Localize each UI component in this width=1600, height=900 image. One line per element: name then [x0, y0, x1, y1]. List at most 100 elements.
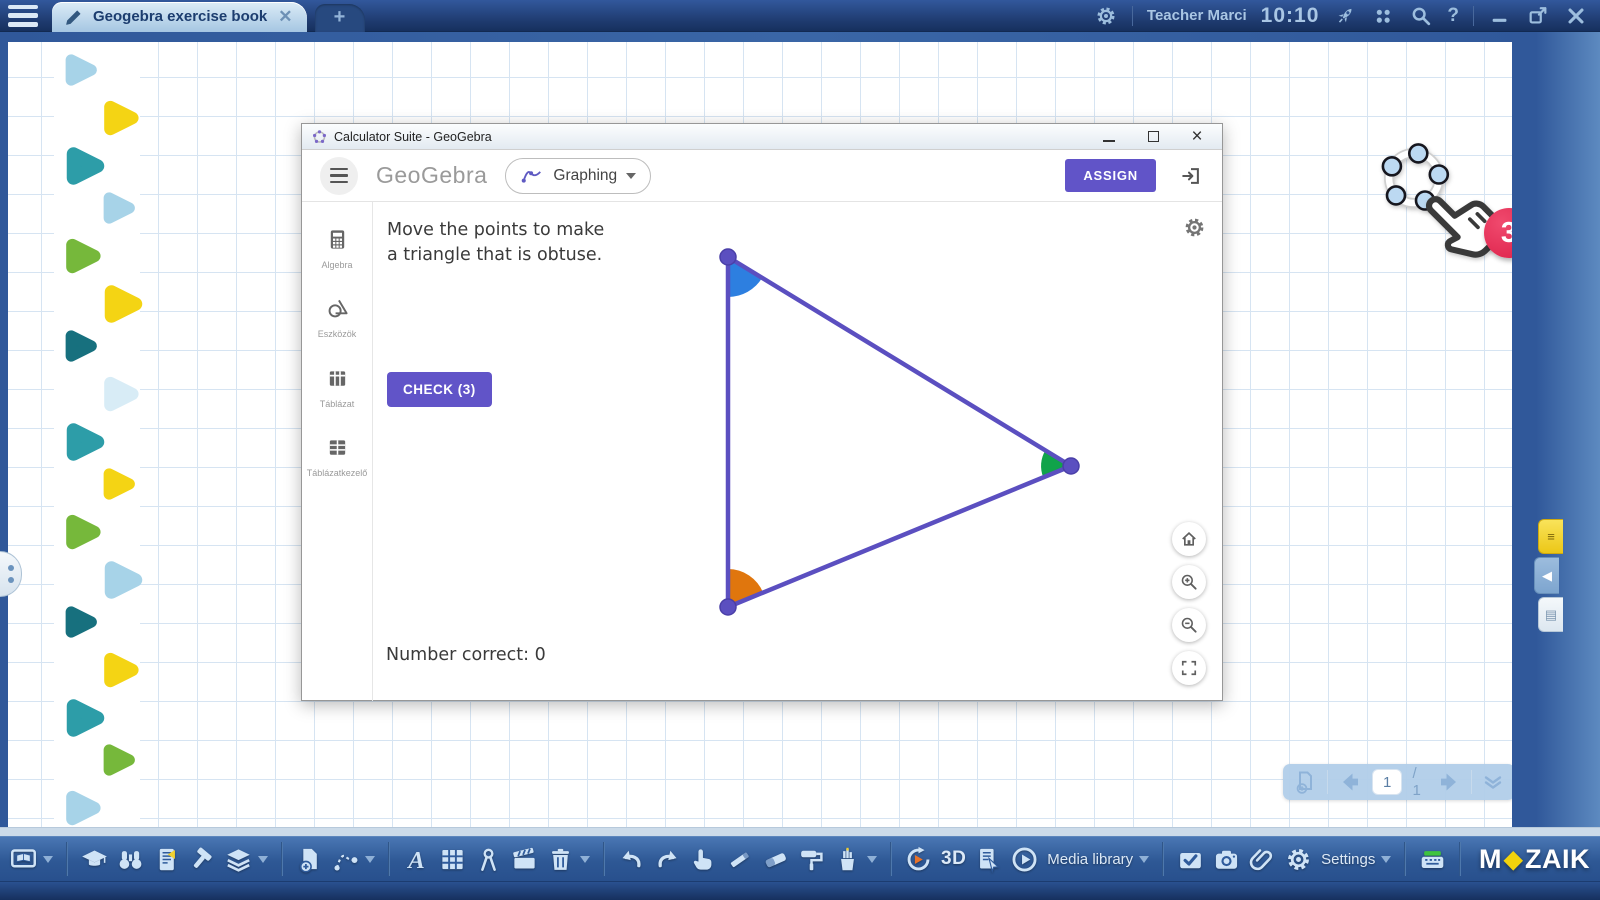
tools-button[interactable]	[189, 846, 216, 873]
gg-sidebar-item-t-bl-zatkezel-[interactable]: Táblázatkezelő	[305, 436, 369, 479]
minimize-button[interactable]	[1488, 4, 1512, 28]
gg-sidebar-item-t-bl-zat[interactable]: Táblázat	[305, 367, 369, 410]
zoom-out-button[interactable]	[1172, 608, 1206, 642]
geogebra-sidebar: Algebra Eszközök Táblázat Táblázatkezelő	[302, 202, 373, 701]
triangle-vertex-point[interactable]	[720, 249, 736, 265]
book-mode-button[interactable]	[10, 846, 53, 873]
window-close-button[interactable]: ×	[1190, 130, 1204, 144]
layers-button[interactable]	[225, 846, 268, 873]
pencil-icon	[62, 5, 86, 29]
keyboard-status[interactable]	[1419, 846, 1446, 873]
window-title: Calculator Suite - GeoGebra	[334, 130, 492, 144]
assign-button[interactable]: ASSIGN	[1065, 159, 1156, 192]
attachment-button[interactable]	[1249, 846, 1276, 873]
jump-end-button[interactable]	[1481, 770, 1505, 794]
tab-close-icon[interactable]: ✕	[278, 8, 292, 25]
add-page-icon[interactable]	[1293, 770, 1317, 794]
notes-doc-icon	[153, 846, 180, 873]
page-total: / 1	[1412, 765, 1426, 799]
binoculars-icon	[117, 846, 144, 873]
table-tool-button[interactable]	[439, 846, 466, 873]
window-maximize-button[interactable]	[1148, 131, 1159, 142]
mode-label: Graphing	[553, 167, 617, 185]
help-button[interactable]: ?	[1447, 5, 1459, 27]
geometry-tool-button[interactable]	[475, 846, 502, 873]
gg-sidebar-item-algebra[interactable]: Algebra	[305, 228, 369, 271]
settings-button[interactable]: Settings	[1321, 851, 1391, 868]
geogebra-window: Calculator Suite - GeoGebra × GeoGebra G…	[301, 123, 1223, 701]
3d-button[interactable]: 3D	[941, 848, 966, 870]
eraser-button[interactable]	[762, 846, 789, 873]
search-icon[interactable]	[1409, 4, 1433, 28]
redo-button[interactable]	[654, 846, 681, 873]
zoom-in-button[interactable]	[1172, 565, 1206, 599]
sync-settings-icon[interactable]	[1094, 4, 1118, 28]
paperclip-icon	[1249, 846, 1276, 873]
pen-set-button[interactable]	[834, 846, 877, 873]
camera-button[interactable]	[1213, 846, 1240, 873]
homework-button[interactable]	[1177, 846, 1204, 873]
book-tab[interactable]: Geogebra exercise book ✕	[52, 2, 307, 32]
apps-grid-icon[interactable]	[1371, 4, 1395, 28]
geogebra-menu-button[interactable]	[320, 157, 358, 195]
right-tab-expand[interactable]: ◀	[1534, 557, 1559, 594]
window-minimize-button[interactable]	[1103, 140, 1115, 142]
triangle-edges	[728, 257, 1071, 607]
redo-icon	[654, 846, 681, 873]
school-button[interactable]	[81, 846, 108, 873]
text-tool-button[interactable]: A	[403, 846, 430, 873]
chevron-down-icon	[1381, 856, 1391, 863]
fullscreen-button[interactable]	[1172, 651, 1206, 685]
sign-in-icon[interactable]	[1178, 163, 1204, 189]
main-menu-button[interactable]	[8, 5, 38, 27]
draw-tool-button[interactable]	[332, 846, 375, 873]
player-button[interactable]	[1011, 846, 1038, 873]
close-button[interactable]	[1564, 4, 1588, 28]
deco-leaf	[60, 694, 108, 742]
delete-button[interactable]	[547, 846, 590, 873]
check-button[interactable]: CHECK (3)	[387, 372, 492, 407]
bottom-frame	[0, 882, 1600, 900]
deco-leaf	[98, 464, 138, 504]
score-text: Number correct: 0	[386, 645, 546, 665]
geogebra-applet[interactable]: Move the points to make a triangle that …	[373, 202, 1222, 701]
right-tab-bookmark[interactable]: ≡	[1538, 519, 1563, 554]
next-page-button[interactable]	[1437, 770, 1461, 794]
graduation-cap-icon	[81, 846, 108, 873]
triangle-vertex-point[interactable]	[720, 599, 736, 615]
triangle-figure[interactable]	[373, 202, 1222, 701]
paint-roller-icon	[798, 846, 825, 873]
undo-button[interactable]	[618, 846, 645, 873]
new-tab-button[interactable]: +	[315, 4, 365, 32]
previous-page-button[interactable]	[1338, 770, 1362, 794]
book-page-canvas[interactable]: Calculator Suite - GeoGebra × GeoGebra G…	[8, 42, 1512, 827]
mozaik-logo[interactable]: M◆ZAIK	[1479, 844, 1590, 875]
gg-sidebar-item-eszk-z-k[interactable]: Eszközök	[305, 297, 369, 340]
toolbar-divider	[388, 842, 390, 876]
current-page-input[interactable]: 1	[1372, 769, 1403, 795]
right-tab-clipboard[interactable]: ▤	[1538, 597, 1563, 632]
mode-selector[interactable]: Graphing	[505, 158, 651, 194]
home-button[interactable]	[1172, 522, 1206, 556]
triangle-vertex-point[interactable]	[1063, 458, 1079, 474]
fill-tool-button[interactable]	[798, 846, 825, 873]
search-media-button[interactable]	[117, 846, 144, 873]
media-clip-button[interactable]	[511, 846, 538, 873]
page-decoration-strip	[54, 42, 140, 827]
replay-button[interactable]	[905, 846, 932, 873]
exercise-editor-button[interactable]	[975, 846, 1002, 873]
notes-button[interactable]	[153, 846, 180, 873]
media-library-button[interactable]: Media library	[1047, 851, 1149, 868]
restore-button[interactable]	[1526, 4, 1550, 28]
highlighter-button[interactable]	[726, 846, 753, 873]
hand-tool-button[interactable]	[690, 846, 717, 873]
geogebra-header: GeoGebra Graphing ASSIGN	[302, 150, 1222, 202]
rocket-icon[interactable]	[1333, 4, 1357, 28]
deco-leaf	[98, 96, 142, 140]
chalk-icon	[726, 846, 753, 873]
geogebra-titlebar[interactable]: Calculator Suite - GeoGebra ×	[302, 124, 1222, 150]
add-page-button[interactable]	[296, 846, 323, 873]
play-icon	[1011, 846, 1038, 873]
applet-settings-icon[interactable]	[1183, 216, 1206, 243]
settings-icon-button[interactable]	[1285, 846, 1312, 873]
